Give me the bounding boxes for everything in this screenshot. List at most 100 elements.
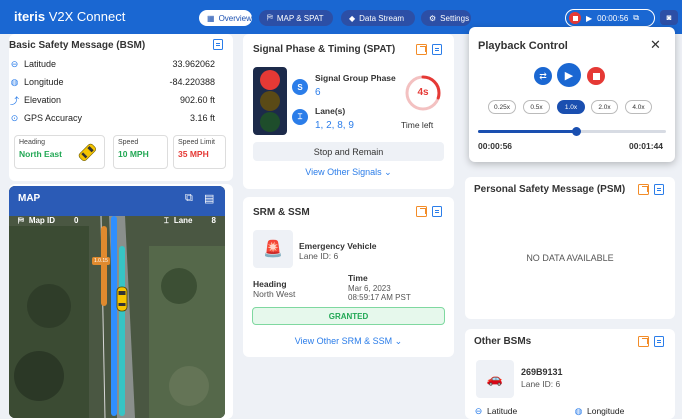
globe-icon: ⊖: [474, 406, 483, 416]
playback-title: Playback Control: [478, 40, 568, 52]
speed-05[interactable]: 0.5x: [523, 100, 550, 114]
speed-025[interactable]: 0.25x: [488, 100, 516, 114]
open-external-icon[interactable]: [638, 184, 649, 195]
srm-time-label: Time: [348, 273, 368, 283]
lane-segment-blue: [111, 216, 117, 416]
srm-date: Mar 6, 2023: [348, 284, 391, 293]
map-view[interactable]: 1.0.15 MAP ⧉ ▤ ⛿ Map ID 0 ⌶ Lane 8: [9, 186, 225, 418]
gps-icon: ⊙: [10, 112, 19, 123]
other-bsm-lon: ◍ Longitude: [574, 406, 625, 416]
lane-segment-cyan: [119, 246, 125, 416]
signal-status: Stop and Remain: [253, 142, 444, 161]
speed-10[interactable]: 1.0x: [557, 100, 585, 114]
playback-pill[interactable]: ▶ 00:00:56 ⧉: [565, 9, 655, 27]
traffic-light-icon: [253, 67, 287, 135]
time-left-value: 4s: [417, 87, 429, 98]
bsm-row-elevation: ⤴ Elevation 902.60 ft: [10, 95, 215, 106]
globe-grid-icon: ◍: [574, 406, 583, 416]
open-external-icon[interactable]: [638, 336, 649, 347]
psm-card: [465, 177, 675, 319]
globe-grid-icon: ◍: [10, 76, 19, 87]
srm-heading-label: Heading: [253, 279, 287, 289]
psm-empty: NO DATA AVAILABLE: [526, 253, 614, 263]
bsm-row-latitude: ⊖ Latitude 33.962062: [10, 58, 215, 70]
time-left-label: Time left: [401, 120, 434, 130]
srm-title: SRM & SSM: [253, 207, 310, 218]
vehicle-marker-icon: [116, 286, 128, 312]
playback-current: 00:00:56: [478, 141, 513, 151]
elevation-icon: ⤴: [10, 95, 20, 106]
other-bsm-lat: ⊖ Latitude: [474, 406, 518, 416]
document-icon[interactable]: [213, 39, 223, 50]
lane-badge-icon: ⌶: [292, 109, 308, 125]
tab-overview[interactable]: ▦ Overview: [199, 10, 252, 26]
speed-20[interactable]: 2.0x: [591, 100, 618, 114]
playback-total: 00:01:44: [629, 141, 664, 151]
document-icon[interactable]: [432, 44, 442, 55]
spat-title: Signal Phase & Timing (SPAT): [253, 44, 396, 55]
playback-progress: [478, 130, 576, 133]
document-icon[interactable]: [654, 184, 664, 195]
playback-time: 00:00:56: [597, 13, 629, 23]
siren-icon: 🚨: [253, 230, 293, 268]
speed-limit-box: Speed Limit 35 MPH: [173, 135, 226, 169]
map-id-icon: ⛿: [18, 216, 24, 225]
signal-group-value: 6: [315, 87, 321, 98]
car-front-icon: 🚗: [476, 360, 514, 398]
other-bsm-id: 269B9131: [521, 367, 563, 377]
granted-badge: GRANTED: [252, 307, 445, 325]
brand-logo: iteris V2X Connect: [14, 9, 126, 24]
car-icon: [78, 143, 96, 161]
play-small-icon[interactable]: ▶: [586, 14, 592, 23]
loop-icon[interactable]: ⇄: [534, 67, 552, 85]
chevron-down-icon: ⌄: [394, 336, 403, 346]
view-other-srm-link[interactable]: View Other SRM & SSM ⌄: [253, 336, 444, 347]
psm-title: Personal Safety Message (PSM): [474, 184, 626, 195]
playback-slider-handle[interactable]: [571, 127, 581, 136]
gear-icon: ⚙: [429, 13, 437, 23]
other-bsms-title: Other BSMs: [474, 336, 532, 347]
tab-map-spat[interactable]: ⛿ MAP & SPAT: [259, 10, 333, 26]
signal-icon: S: [292, 79, 308, 95]
view-other-signals-link[interactable]: View Other Signals ⌄: [253, 167, 444, 178]
open-external-icon[interactable]: [416, 206, 427, 217]
bsm-row-longitude: ◍ Longitude -84.220388: [10, 76, 215, 88]
tab-data-stream[interactable]: ◆ Data Stream: [341, 10, 415, 26]
expand-icon[interactable]: ⧉: [633, 13, 639, 23]
record-icon[interactable]: [569, 12, 581, 24]
map-icon: ⛿: [267, 13, 273, 22]
signal-group-label: Signal Group Phase: [315, 73, 396, 83]
heading-box: Heading North East: [14, 135, 105, 169]
document-icon[interactable]: [432, 206, 442, 217]
lane-marker: 1.0.15: [92, 257, 110, 265]
srm-vehicle: Emergency Vehicle: [299, 241, 377, 251]
lanes-label: Lane(s): [315, 106, 346, 116]
grid-icon: ▦: [207, 13, 215, 23]
camera-icon[interactable]: ◙: [660, 10, 678, 25]
open-external-icon[interactable]: [416, 44, 427, 55]
map-title: MAP: [18, 193, 41, 204]
playback-track[interactable]: [478, 127, 666, 136]
bsm-title: Basic Safety Message (BSM): [9, 40, 146, 51]
lane-icon: ⌶: [164, 216, 169, 225]
lane-segment-orange: [101, 226, 107, 306]
close-icon[interactable]: ✕: [650, 37, 661, 53]
srm-heading-value: North West: [253, 289, 296, 299]
stream-icon: ◆: [349, 13, 356, 23]
document-icon[interactable]: [654, 336, 664, 347]
chevron-down-icon: ⌄: [384, 167, 392, 177]
bsm-row-gps: ⊙ GPS Accuracy 3.16 ft: [10, 112, 215, 124]
tab-settings[interactable]: ⚙ Settings: [421, 10, 471, 26]
document-icon[interactable]: ▤: [204, 192, 214, 205]
map-id: ⛿ Map ID 0: [18, 216, 79, 225]
globe-icon: ⊖: [10, 58, 19, 69]
srm-clock: 08:59:17 AM PST: [348, 293, 411, 302]
srm-lane-id: Lane ID: 6: [299, 251, 339, 261]
other-bsm-lane: Lane ID: 6: [521, 379, 561, 389]
stop-icon[interactable]: [587, 67, 605, 85]
play-icon[interactable]: ▶: [557, 63, 581, 87]
map-lane: ⌶ Lane 8: [164, 216, 216, 225]
speed-40[interactable]: 4.0x: [625, 100, 652, 114]
open-external-icon[interactable]: ⧉: [185, 192, 193, 205]
lanes-value: 1, 2, 8, 9: [315, 120, 354, 131]
